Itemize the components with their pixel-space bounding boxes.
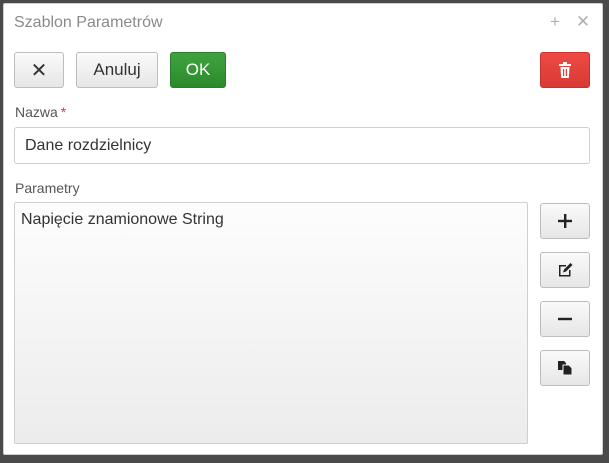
required-marker: *	[60, 104, 67, 120]
window-title: Szablon Parametrów	[14, 14, 163, 31]
copy-icon	[557, 360, 573, 376]
ok-button[interactable]: OK	[170, 52, 226, 88]
maximize-icon[interactable]: +	[546, 12, 564, 32]
add-param-button[interactable]	[540, 203, 590, 239]
name-input[interactable]	[14, 127, 590, 164]
trash-icon	[558, 62, 572, 78]
copy-param-button[interactable]	[540, 350, 590, 386]
cancel-button[interactable]: Anuluj	[76, 52, 158, 88]
name-label: Nazwa *	[15, 104, 67, 120]
remove-param-button[interactable]	[540, 301, 590, 337]
window-close-icon[interactable]: ✕	[574, 12, 592, 32]
minus-icon	[558, 312, 572, 326]
params-label: Parametry	[15, 180, 80, 196]
delete-button[interactable]	[540, 52, 590, 88]
plus-icon	[558, 214, 572, 228]
title-bar: Szablon Parametrów + ✕	[4, 4, 602, 42]
close-button[interactable]: ✕	[14, 52, 64, 88]
edit-icon	[557, 262, 573, 278]
edit-param-button[interactable]	[540, 252, 590, 288]
params-list[interactable]: Napięcie znamionowe String	[14, 202, 528, 444]
dialog-window: Szablon Parametrów + ✕ ✕ Anuluj OK Nazwa…	[3, 3, 603, 455]
close-icon: ✕	[30, 59, 48, 82]
list-item[interactable]: Napięcie znamionowe String	[21, 211, 224, 229]
